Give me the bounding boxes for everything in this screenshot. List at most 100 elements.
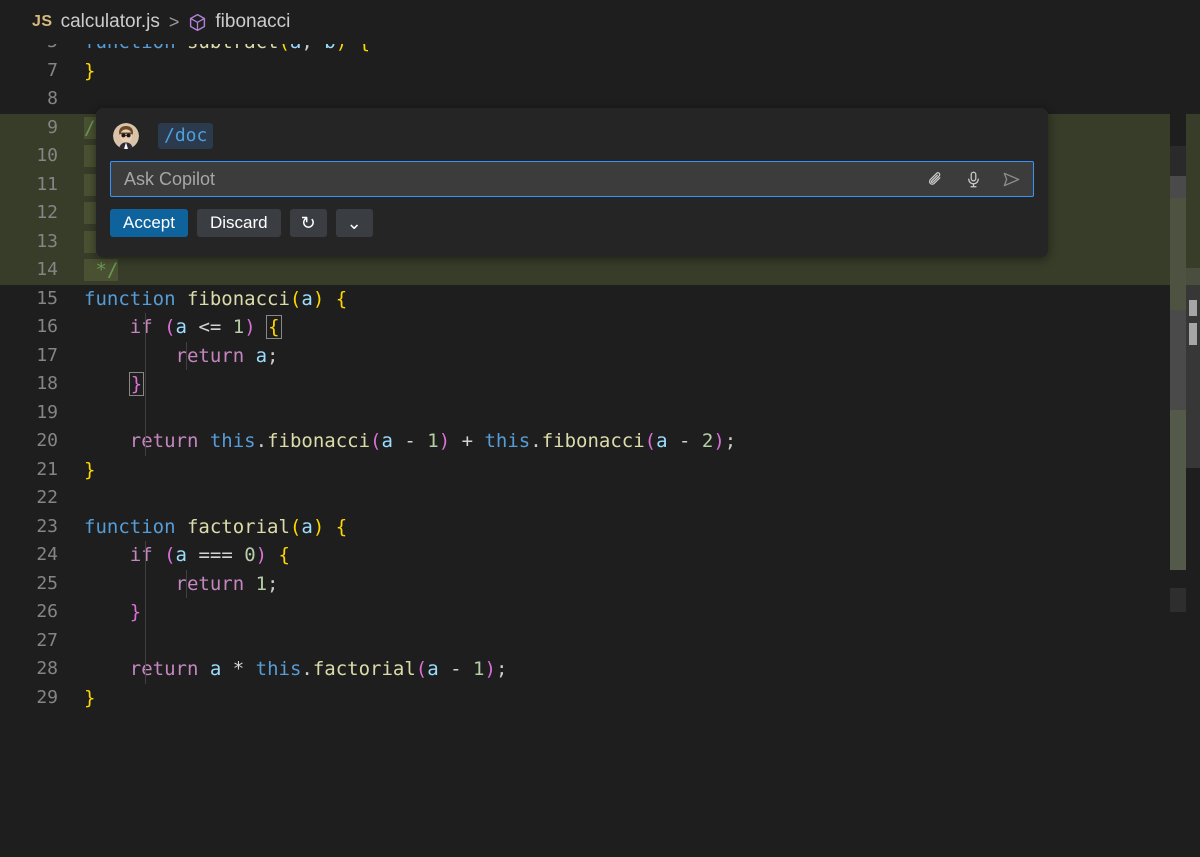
code-token: )	[255, 544, 279, 566]
line-number: 16	[36, 316, 58, 337]
breadcrumb-symbol[interactable]: fibonacci	[215, 11, 290, 33]
editor-right-rail[interactable]	[1170, 28, 1200, 857]
code-token: if	[129, 316, 165, 338]
code-token: 1	[255, 572, 268, 595]
send-icon[interactable]	[1000, 168, 1022, 190]
code-text[interactable]: }	[72, 598, 1200, 627]
code-text[interactable]: if (a === 0) {	[72, 541, 1200, 570]
code-line[interactable]: 20 return this.fibonacci(a - 1) + this.f…	[0, 427, 1200, 456]
indent-guide	[186, 341, 187, 370]
code-token: ===	[198, 544, 245, 566]
paperclip-icon[interactable]	[924, 168, 946, 190]
code-token: }	[129, 601, 142, 623]
line-number: 23	[36, 515, 58, 537]
line-number: 24	[36, 544, 58, 565]
js-language-badge: JS	[32, 13, 53, 30]
code-line[interactable]: 22	[0, 484, 1200, 513]
code-line[interactable]: 29}	[0, 684, 1200, 713]
code-token: *	[232, 658, 256, 680]
code-text[interactable]	[72, 484, 1200, 513]
discard-button[interactable]: Discard	[196, 209, 281, 237]
code-line[interactable]: 17 return a;	[0, 342, 1200, 371]
accept-button[interactable]: Accept	[110, 209, 188, 237]
code-line[interactable]: 26 }	[0, 598, 1200, 627]
code-token: return	[129, 430, 210, 452]
minimap-slider[interactable]	[1186, 268, 1200, 468]
chat-input[interactable]	[110, 161, 1034, 197]
chat-input-icons[interactable]	[924, 161, 1022, 197]
line-number: 26	[36, 601, 58, 622]
code-text[interactable]: return 1;	[72, 570, 1200, 599]
code-text[interactable]	[72, 399, 1200, 428]
code-line[interactable]: 27	[0, 627, 1200, 656]
code-token: ;	[724, 430, 737, 452]
code-token: (	[164, 316, 176, 338]
code-line[interactable]: 18 }	[0, 370, 1200, 399]
vertical-scrollbar[interactable]	[1186, 28, 1200, 857]
code-line[interactable]: 25 return 1;	[0, 570, 1200, 599]
code-text[interactable]: }	[72, 456, 1200, 485]
code-token: 1	[473, 658, 485, 680]
chevron-down-icon[interactable]: ⌄	[335, 209, 373, 237]
code-text[interactable]: function fibonacci(a) {	[72, 285, 1200, 314]
code-token: }	[84, 59, 96, 82]
line-number: 8	[47, 88, 58, 109]
minimap[interactable]	[1170, 28, 1186, 857]
user-avatar-icon	[113, 123, 139, 149]
code-line[interactable]: 14 */	[0, 256, 1200, 285]
code-line[interactable]: 28 return a * this.factorial(a - 1);	[0, 655, 1200, 684]
code-token: (	[415, 658, 428, 680]
code-text[interactable]: return a * this.factorial(a - 1);	[72, 655, 1200, 684]
code-token: a	[209, 658, 233, 680]
breadcrumb-file[interactable]: calculator.js	[61, 11, 160, 33]
code-text[interactable]: if (a <= 1) {	[72, 313, 1200, 342]
code-token: a	[301, 515, 313, 538]
code-token: this	[484, 430, 531, 452]
code-text[interactable]: function factorial(a) {	[72, 513, 1200, 542]
line-number: 15	[36, 287, 58, 309]
code-token: this	[209, 430, 256, 452]
code-line[interactable]: 21}	[0, 456, 1200, 485]
code-token: )	[438, 430, 451, 452]
line-number: 18	[36, 373, 58, 394]
code-line[interactable]: 16 if (a <= 1) {	[0, 313, 1200, 342]
code-token: .	[301, 658, 313, 680]
regenerate-icon[interactable]: ↻	[289, 209, 327, 237]
code-line[interactable]: 15 function fibonacci(a) {	[0, 285, 1200, 314]
code-token: }	[84, 686, 96, 709]
chat-input-row[interactable]	[110, 161, 1034, 197]
code-line[interactable]: 24 if (a === 0) {	[0, 541, 1200, 570]
code-line[interactable]: 23 function factorial(a) {	[0, 513, 1200, 542]
code-token: 0	[244, 544, 256, 566]
code-token: .	[530, 430, 542, 452]
code-text[interactable]: }	[72, 57, 1200, 86]
microphone-icon[interactable]	[962, 168, 984, 190]
code-token: {	[266, 315, 282, 339]
chat-action-buttons[interactable]: Accept Discard ↻ ⌄	[110, 209, 1034, 237]
code-token: <=	[198, 316, 233, 338]
indent-guide	[145, 541, 146, 684]
code-line[interactable]: 7}	[0, 57, 1200, 86]
code-text[interactable]: }	[72, 684, 1200, 713]
code-token: a	[175, 316, 199, 338]
line-number: 19	[36, 401, 58, 423]
code-text[interactable]: }	[72, 370, 1200, 399]
code-line[interactable]: 19	[0, 399, 1200, 428]
code-text[interactable]	[72, 627, 1200, 656]
code-token: 1	[232, 316, 245, 338]
line-number: 27	[36, 629, 58, 651]
code-token: 2	[701, 430, 714, 452]
code-text[interactable]: return a;	[72, 342, 1200, 371]
code-text[interactable]: return this.fibonacci(a - 1) + this.fibo…	[72, 427, 1200, 456]
code-token: 1	[427, 430, 439, 452]
copilot-inline-chat-widget[interactable]: /doc Ask Copilot Accept Discard ↻ ⌄	[96, 108, 1048, 257]
code-text[interactable]: */	[72, 256, 1200, 285]
vscode-editor: 5function subtract(a, b) {7}89/**10 * Ca…	[0, 0, 1200, 857]
slash-command-chip[interactable]: /doc	[158, 122, 214, 150]
code-token: )	[312, 287, 336, 310]
breadcrumb[interactable]: JS calculator.js > fibonacci	[0, 0, 1200, 44]
line-number: 13	[36, 230, 58, 252]
